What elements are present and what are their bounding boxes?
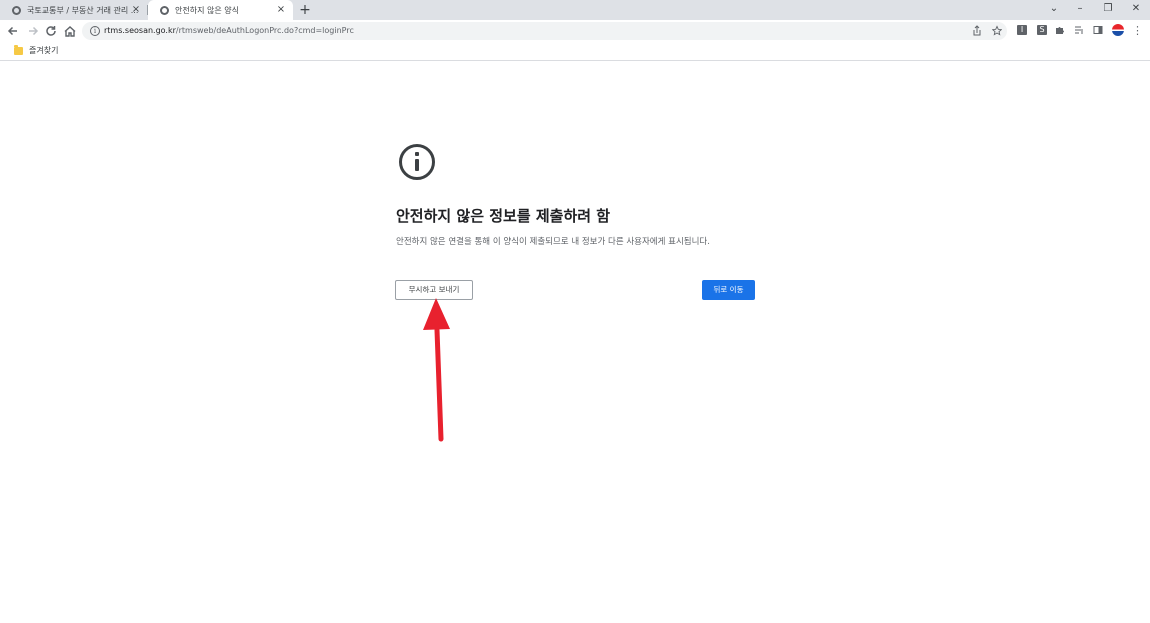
close-tab-icon[interactable]: × — [130, 4, 142, 16]
close-window-button[interactable]: ✕ — [1122, 0, 1150, 20]
minimize-button[interactable]: – — [1066, 0, 1094, 20]
annotation-arrow — [423, 298, 450, 442]
url-path: /rtmsweb/deAuthLogonPrc.do?cmd=loginPrc — [175, 26, 354, 35]
close-tab-icon[interactable]: × — [275, 4, 287, 16]
url-text[interactable]: rtms.seosan.go.kr/rtmsweb/deAuthLogonPrc… — [104, 24, 354, 38]
page-title: 안전하지 않은 정보를 제출하려 함 — [396, 207, 611, 225]
go-back-button[interactable]: 뒤로 이동 — [702, 280, 755, 300]
side-panel-icon[interactable] — [1093, 25, 1103, 35]
address-bar[interactable]: i rtms.seosan.go.kr/rtmsweb/deAuthLogonP… — [82, 22, 1007, 40]
tab-insecure-form[interactable]: 안전하지 않은 양식 × — [148, 0, 293, 20]
globe-icon — [12, 5, 21, 15]
tab-strip: 국토교통부 / 부동산 거래 관리 ... × 안전하지 않은 양식 × + ⌄… — [0, 0, 1150, 20]
extension-i-icon[interactable]: I — [1017, 25, 1027, 35]
forward-arrow-icon[interactable] — [25, 23, 41, 39]
tab-search-icon[interactable]: ⌄ — [1040, 0, 1068, 20]
url-host: rtms.seosan.go.kr — [104, 26, 176, 35]
info-icon — [399, 144, 435, 180]
tab-title: 안전하지 않은 양식 — [175, 5, 239, 15]
reading-list-icon[interactable] — [1074, 25, 1084, 35]
profile-avatar[interactable] — [1112, 24, 1124, 36]
info-icon-bar — [414, 159, 419, 171]
warning-description: 안전하지 않은 연결을 통해 이 양식이 제출되므로 내 정보가 다른 사용자에… — [396, 237, 710, 247]
new-tab-button[interactable]: + — [297, 2, 313, 18]
folder-icon — [14, 44, 23, 55]
extension-s-icon[interactable]: S — [1037, 25, 1047, 35]
tab-title: 국토교통부 / 부동산 거래 관리 ... — [27, 5, 139, 15]
arrow-shaft — [434, 327, 444, 442]
arrow-head — [423, 298, 450, 330]
bookmark-star-icon[interactable] — [991, 24, 1003, 43]
info-icon-dot — [414, 152, 419, 156]
more-menu-icon[interactable]: ⋮ — [1132, 23, 1143, 38]
share-icon[interactable] — [972, 24, 982, 43]
tab-molit[interactable]: 국토교통부 / 부동산 거래 관리 ... × — [0, 0, 148, 20]
bookmark-label: 즐겨찾기 — [29, 46, 59, 55]
reload-icon[interactable] — [43, 23, 59, 39]
globe-icon — [160, 5, 169, 15]
site-info-icon[interactable]: i — [90, 26, 100, 36]
extensions-puzzle-icon[interactable] — [1055, 25, 1065, 35]
browser-toolbar: i rtms.seosan.go.kr/rtmsweb/deAuthLogonP… — [0, 20, 1150, 42]
restore-button[interactable]: ❐ — [1094, 0, 1122, 20]
bookmark-favorites[interactable]: 즐겨찾기 — [14, 44, 59, 56]
home-icon[interactable] — [62, 23, 78, 39]
back-arrow-icon[interactable] — [5, 23, 21, 39]
bookmarks-bar: 즐겨찾기 — [0, 42, 1150, 61]
